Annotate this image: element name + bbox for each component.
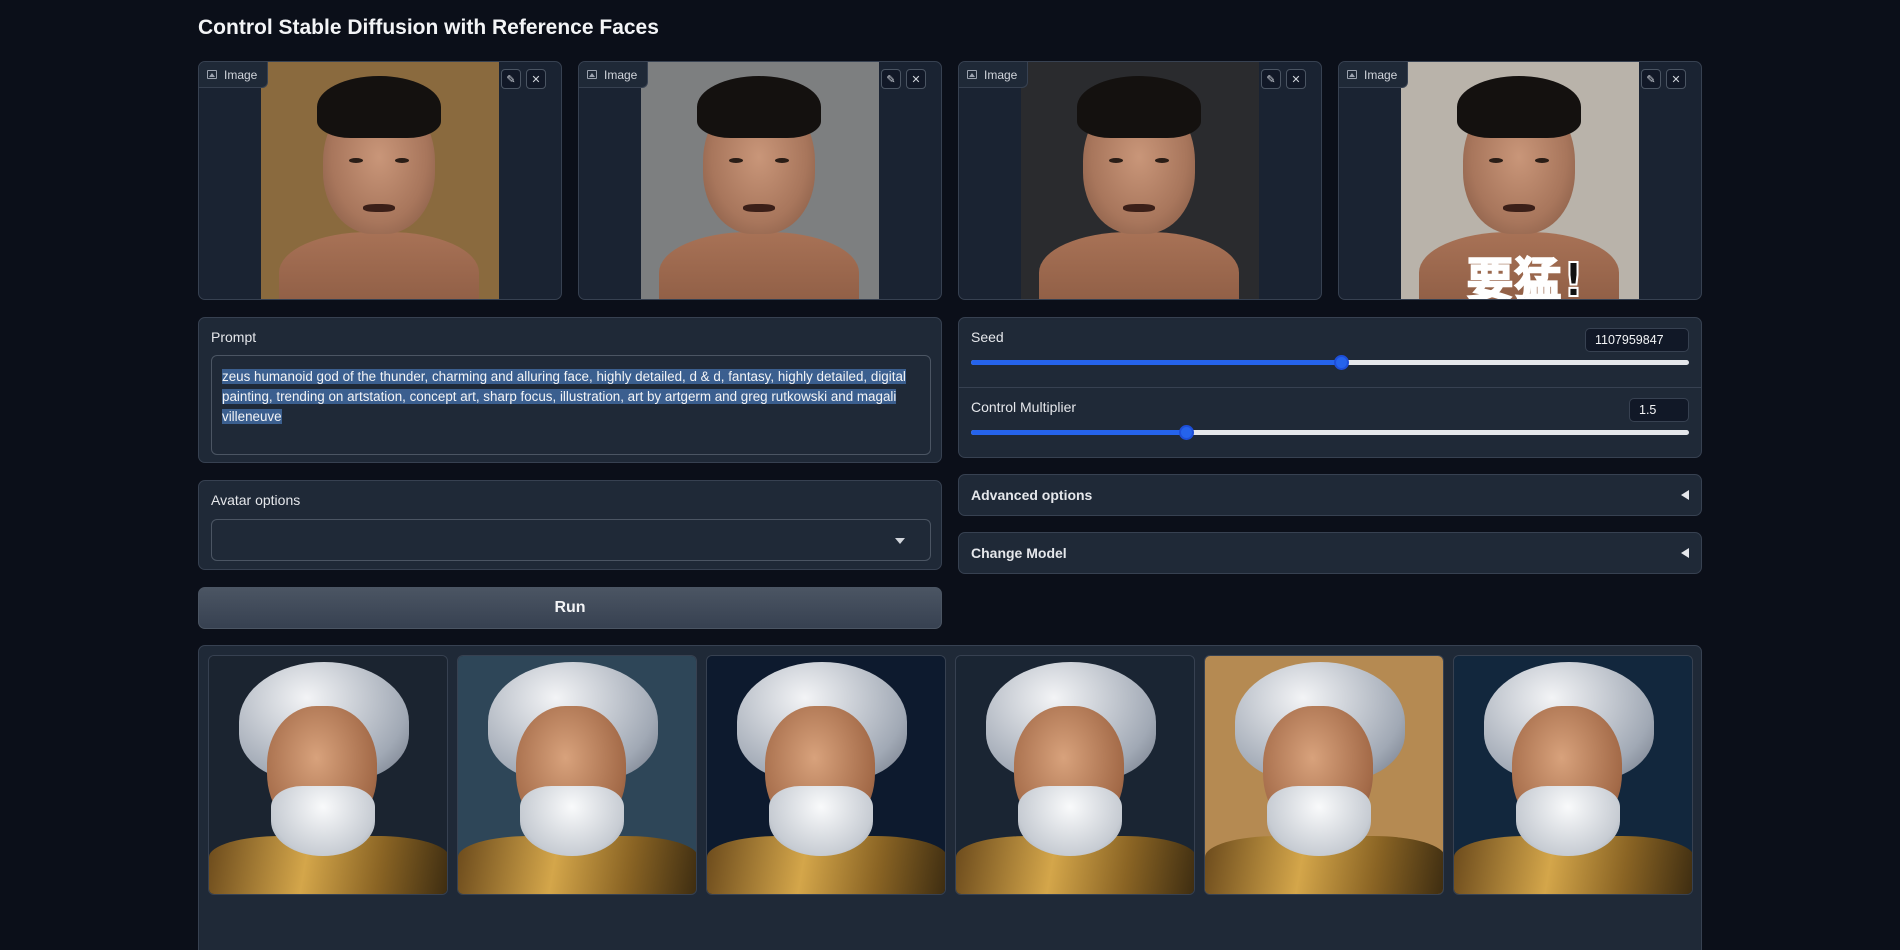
photo-overlay-text: 要猛! <box>1466 252 1586 300</box>
page-title: Control Stable Diffusion with Reference … <box>198 16 659 39</box>
image-tag: Image <box>579 62 649 88</box>
chevron-down-icon <box>895 538 905 544</box>
generated-image-1[interactable] <box>208 655 448 895</box>
prompt-panel: Prompt zeus humanoid god of the thunder,… <box>198 317 942 463</box>
image-icon <box>967 70 977 79</box>
advanced-options-accordion[interactable]: Advanced options <box>958 474 1702 516</box>
pencil-icon[interactable]: ✎ <box>1641 69 1661 89</box>
photo-hair <box>317 76 441 138</box>
reference-image-input[interactable]: Image ✎ ✕ <box>578 61 942 300</box>
generated-beard <box>1516 786 1620 856</box>
image-tag-label: Image <box>224 67 258 82</box>
prompt-text: zeus humanoid god of the thunder, charmi… <box>222 369 906 424</box>
image-tag-label: Image <box>1364 67 1398 82</box>
prompt-label: Prompt <box>211 329 257 345</box>
control-multiplier-section: Control Multiplier 1.5 <box>959 388 1701 458</box>
advanced-options-label: Advanced options <box>971 487 1093 503</box>
change-model-label: Change Model <box>971 545 1067 561</box>
reference-photo: 要猛! <box>1401 62 1639 300</box>
image-tag: Image <box>1339 62 1409 88</box>
image-tag-label: Image <box>984 67 1018 82</box>
image-actions: ✎ ✕ <box>1641 69 1686 89</box>
image-actions: ✎ ✕ <box>1261 69 1306 89</box>
avatar-options-label: Avatar options <box>211 492 301 508</box>
image-icon <box>1347 70 1357 79</box>
close-icon[interactable]: ✕ <box>526 69 546 89</box>
generated-image-5[interactable] <box>1204 655 1444 895</box>
generated-beard <box>1267 786 1371 856</box>
avatar-options-panel: Avatar options <box>198 480 942 570</box>
reference-image-input[interactable]: Image ✎ ✕ <box>958 61 1322 300</box>
photo-eye <box>1489 158 1503 163</box>
photo-eye <box>349 158 363 163</box>
sliders-panel: Seed 1107959847 Control Multiplier 1.5 <box>958 317 1702 458</box>
reference-photo <box>261 62 499 299</box>
control-multiplier-label: Control Multiplier <box>971 399 1077 415</box>
image-tag-label: Image <box>604 67 638 82</box>
triangle-left-icon <box>1681 548 1689 558</box>
close-icon[interactable]: ✕ <box>1666 69 1686 89</box>
avatar-options-dropdown[interactable] <box>211 519 931 561</box>
pencil-icon[interactable]: ✎ <box>1261 69 1281 89</box>
seed-slider-fill <box>971 360 1342 365</box>
control-multiplier-slider-thumb[interactable] <box>1179 425 1195 440</box>
close-icon[interactable]: ✕ <box>1286 69 1306 89</box>
reference-photo <box>1021 62 1259 299</box>
generated-beard <box>1018 786 1122 856</box>
photo-eye <box>729 158 743 163</box>
run-button[interactable]: Run <box>198 587 942 629</box>
close-icon[interactable]: ✕ <box>906 69 926 89</box>
seed-input[interactable]: 1107959847 <box>1585 328 1689 352</box>
seed-section: Seed 1107959847 <box>959 318 1701 388</box>
generated-beard <box>520 786 624 856</box>
image-icon <box>207 70 217 79</box>
generated-beard <box>271 786 375 856</box>
seed-label: Seed <box>971 329 1004 345</box>
generated-image-2[interactable] <box>457 655 697 895</box>
reference-image-input[interactable]: Image ✎ ✕ <box>198 61 562 300</box>
photo-mouth <box>363 204 395 212</box>
photo-eye <box>1535 158 1549 163</box>
seed-slider-thumb[interactable] <box>1334 355 1350 370</box>
pencil-icon[interactable]: ✎ <box>881 69 901 89</box>
seed-slider[interactable] <box>971 355 1689 370</box>
reference-image-input[interactable]: Image 要猛! ✎ ✕ <box>1338 61 1702 300</box>
output-gallery <box>198 645 1702 950</box>
photo-hair <box>1457 76 1581 138</box>
photo-eye <box>775 158 789 163</box>
photo-body <box>659 232 859 299</box>
photo-eye <box>395 158 409 163</box>
photo-body <box>1039 232 1239 299</box>
image-tag: Image <box>199 62 269 88</box>
image-icon <box>587 70 597 79</box>
generated-beard <box>769 786 873 856</box>
photo-mouth <box>1123 204 1155 212</box>
photo-mouth <box>743 204 775 212</box>
triangle-left-icon <box>1681 490 1689 500</box>
photo-hair <box>697 76 821 138</box>
generated-image-4[interactable] <box>955 655 1195 895</box>
photo-hair <box>1077 76 1201 138</box>
photo-eye <box>1155 158 1169 163</box>
image-actions: ✎ ✕ <box>881 69 926 89</box>
control-multiplier-input[interactable]: 1.5 <box>1629 398 1689 422</box>
photo-body <box>279 232 479 299</box>
photo-eye <box>1109 158 1123 163</box>
image-actions: ✎ ✕ <box>501 69 546 89</box>
pencil-icon[interactable]: ✎ <box>501 69 521 89</box>
generated-image-3[interactable] <box>706 655 946 895</box>
change-model-accordion[interactable]: Change Model <box>958 532 1702 574</box>
photo-mouth <box>1503 204 1535 212</box>
control-multiplier-slider-fill <box>971 430 1187 435</box>
generated-image-6[interactable] <box>1453 655 1693 895</box>
control-multiplier-slider[interactable] <box>971 425 1689 440</box>
prompt-textarea[interactable]: zeus humanoid god of the thunder, charmi… <box>211 355 931 455</box>
image-tag: Image <box>959 62 1029 88</box>
reference-photo <box>641 62 879 299</box>
